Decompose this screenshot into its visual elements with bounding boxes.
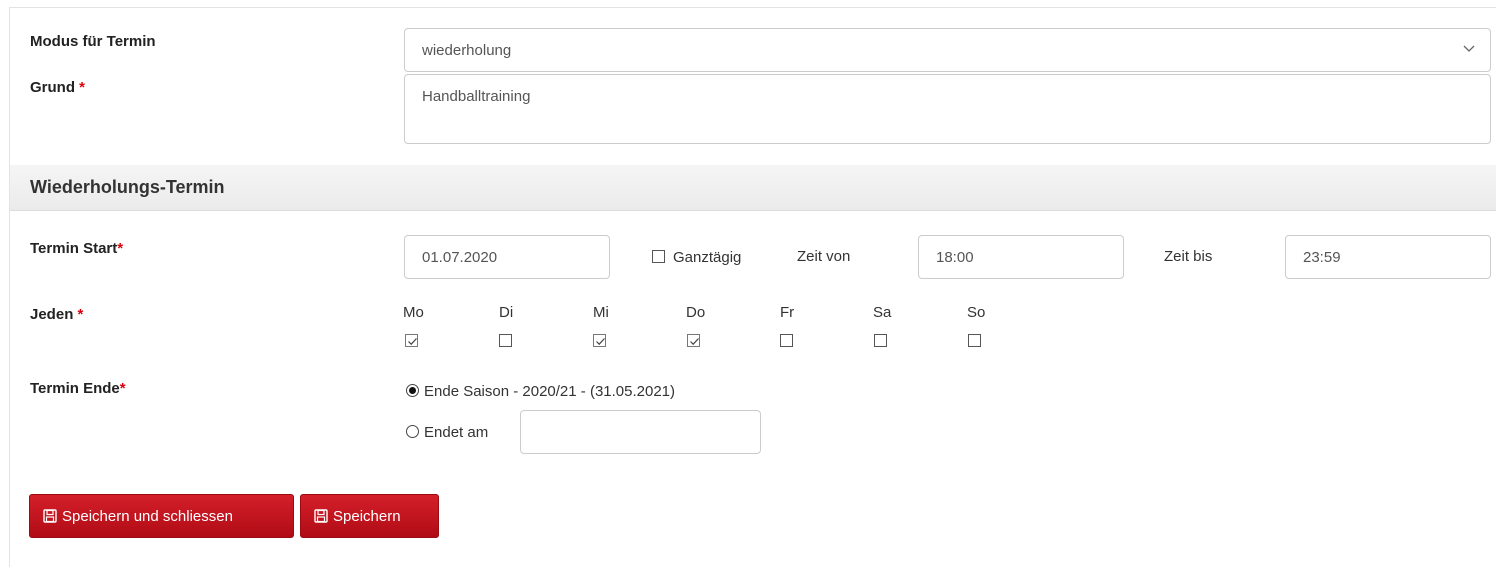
- day-label-sa: Sa: [873, 304, 892, 321]
- jeden-label: Jeden *: [30, 306, 84, 323]
- termin-ende-label: Termin Ende*: [30, 380, 126, 397]
- ganztaegig-checkbox[interactable]: [652, 250, 665, 263]
- day-checkbox-so[interactable]: [968, 334, 981, 347]
- day-checkbox-mi[interactable]: [593, 334, 606, 347]
- ganztaegig-label: Ganztägig: [673, 249, 742, 266]
- section-header: Wiederholungs-Termin: [10, 165, 1496, 211]
- ende-saison-label: Ende Saison - 2020/21 - (31.05.2021): [424, 383, 676, 400]
- radio-selected-dot: [409, 387, 416, 394]
- day-label-fr: Fr: [780, 304, 795, 321]
- endet-am-label: Endet am: [424, 424, 489, 441]
- day-label-di: Di: [499, 304, 514, 321]
- day-label-mi: Mi: [593, 304, 609, 321]
- zeit-bis-input[interactable]: 23:59: [1285, 235, 1491, 279]
- save-and-close-button[interactable]: Speichern und schliessen: [29, 494, 294, 538]
- checkmark-icon: [690, 338, 699, 346]
- grund-value: Handballtraining: [422, 88, 531, 105]
- termin-start-label: Termin Start*: [30, 240, 124, 257]
- day-label-do: Do: [686, 304, 706, 321]
- chevron-down-icon: [1463, 45, 1475, 52]
- grund-textarea[interactable]: Handballtraining: [404, 74, 1491, 144]
- endet-am-input[interactable]: [520, 410, 761, 454]
- day-checkbox-do[interactable]: [687, 334, 700, 347]
- save-label: Speichern: [333, 507, 401, 525]
- section-title: Wiederholungs-Termin: [30, 177, 225, 197]
- modus-select[interactable]: wiederholung: [404, 28, 1491, 72]
- ende-saison-radio[interactable]: [406, 384, 419, 397]
- day-checkbox-fr[interactable]: [780, 334, 793, 347]
- zeit-bis-label: Zeit bis: [1164, 248, 1213, 265]
- save-and-close-label: Speichern und schliessen: [62, 507, 233, 525]
- grund-label: Grund *: [30, 79, 86, 96]
- floppy-disk-icon: [43, 509, 57, 523]
- endet-am-radio[interactable]: [406, 425, 419, 438]
- floppy-disk-icon: [314, 509, 328, 523]
- day-label-so: So: [967, 304, 986, 321]
- zeit-von-input[interactable]: 18:00: [918, 235, 1124, 279]
- day-checkbox-di[interactable]: [499, 334, 512, 347]
- start-date-input[interactable]: 01.07.2020: [404, 235, 610, 279]
- day-checkbox-mo[interactable]: [405, 334, 418, 347]
- start-date-value: 01.07.2020: [422, 248, 498, 266]
- checkmark-icon: [408, 338, 417, 346]
- checkmark-icon: [596, 338, 605, 346]
- zeit-bis-value: 23:59: [1303, 248, 1341, 266]
- modus-label: Modus für Termin: [30, 33, 156, 50]
- day-label-mo: Mo: [403, 304, 424, 321]
- zeit-von-label: Zeit von: [797, 248, 851, 265]
- zeit-von-value: 18:00: [936, 248, 974, 266]
- save-button[interactable]: Speichern: [300, 494, 439, 538]
- day-checkbox-sa[interactable]: [874, 334, 887, 347]
- modus-select-value: wiederholung: [422, 41, 512, 59]
